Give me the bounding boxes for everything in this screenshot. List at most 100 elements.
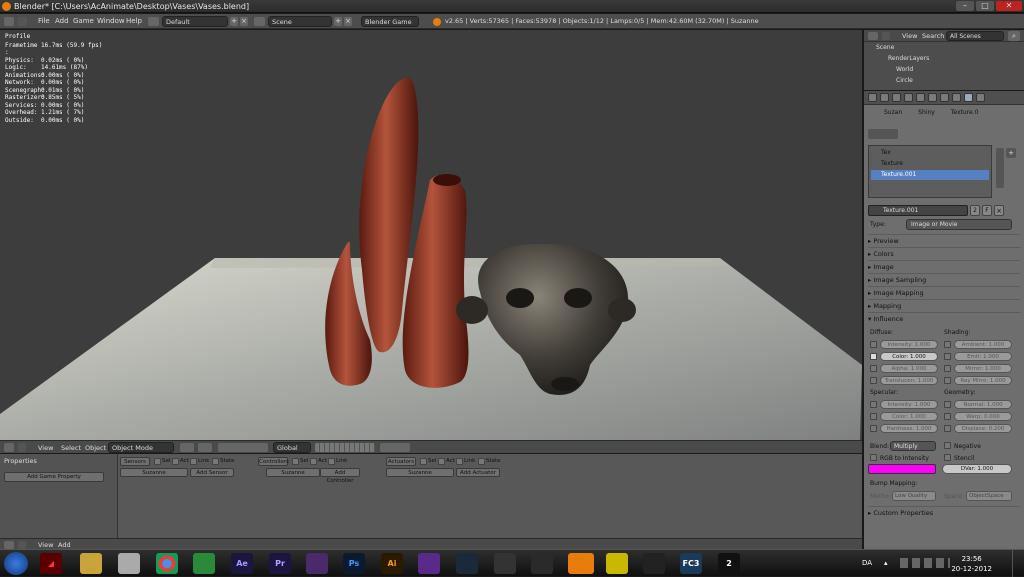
outliner-menu-search[interactable]: Search bbox=[922, 32, 944, 40]
panel-influence[interactable]: ▾ Influence bbox=[868, 312, 1020, 324]
menu-window[interactable]: Window bbox=[97, 17, 125, 25]
actuators-link-checkbox[interactable] bbox=[456, 458, 463, 465]
scene-tab-icon[interactable] bbox=[880, 93, 889, 102]
texture-tab-icon[interactable] bbox=[964, 93, 973, 102]
specular-color-checkbox[interactable] bbox=[870, 413, 877, 420]
panel-image[interactable]: ▸ Image bbox=[868, 260, 1020, 272]
illustrator-icon[interactable]: Ai bbox=[381, 553, 403, 574]
outliner-item-renderlayers[interactable]: RenderLayers bbox=[864, 54, 1024, 64]
blender-taskbar-icon[interactable] bbox=[568, 553, 594, 574]
emit-checkbox[interactable] bbox=[944, 353, 951, 360]
bump-space-dropdown[interactable]: ObjectSpace bbox=[966, 491, 1012, 501]
sensors-dropdown[interactable]: Sensors bbox=[120, 457, 150, 466]
menu-help[interactable]: Help bbox=[126, 17, 142, 25]
mode-dropdown[interactable]: Object Mode bbox=[108, 442, 174, 453]
diffuse-intensity-checkbox[interactable] bbox=[870, 341, 877, 348]
add-scene-icon[interactable]: + bbox=[334, 17, 342, 26]
diffuse-alpha-slider[interactable]: Alpha: 1.000 bbox=[880, 364, 938, 373]
orientation-dropdown[interactable]: Global bbox=[273, 442, 311, 453]
data-tab-icon[interactable] bbox=[940, 93, 949, 102]
texture-color-swatch[interactable] bbox=[868, 464, 936, 474]
system-tray-icons[interactable] bbox=[900, 558, 950, 568]
ambient-checkbox[interactable] bbox=[944, 341, 951, 348]
diffuse-translucency-slider[interactable]: Translucen: 1.000 bbox=[880, 376, 938, 385]
emit-slider[interactable]: Emit: 1.000 bbox=[954, 352, 1012, 361]
normal-checkbox[interactable] bbox=[944, 401, 951, 408]
tray-expand-icon[interactable]: ▴ bbox=[884, 559, 888, 567]
pivot-point-icon[interactable] bbox=[198, 443, 212, 452]
minimize-button[interactable]: – bbox=[956, 1, 974, 11]
outliner-item-circle[interactable]: Circle bbox=[864, 76, 1024, 86]
outliner-item-world[interactable]: World bbox=[864, 65, 1024, 75]
ray-mirror-checkbox[interactable] bbox=[944, 377, 951, 384]
viewport-shading-icon[interactable] bbox=[180, 443, 194, 452]
remove-scene-icon[interactable]: × bbox=[344, 17, 352, 26]
premiere-icon[interactable]: Pr bbox=[269, 553, 291, 574]
screen-layout-dropdown[interactable]: Default bbox=[162, 16, 228, 27]
sensors-sel-checkbox[interactable] bbox=[154, 458, 161, 465]
panel-colors[interactable]: ▸ Colors bbox=[868, 247, 1020, 259]
modifiers-tab-icon[interactable] bbox=[928, 93, 937, 102]
controllers-dropdown[interactable]: Controllers bbox=[258, 457, 289, 466]
snap-icons[interactable] bbox=[380, 443, 410, 452]
panel-image-sampling[interactable]: ▸ Image Sampling bbox=[868, 273, 1020, 285]
sensors-state-checkbox[interactable] bbox=[212, 458, 219, 465]
panel-custom-properties[interactable]: ▸ Custom Properties bbox=[868, 506, 1020, 518]
rgb-to-intensity-checkbox[interactable] bbox=[870, 454, 877, 461]
encore-icon[interactable] bbox=[306, 553, 328, 574]
app-icon[interactable] bbox=[494, 553, 516, 574]
add-actuator-button[interactable]: Add Actuator bbox=[456, 468, 500, 477]
add-controller-button[interactable]: Add Controller bbox=[320, 468, 360, 484]
texture-name-field[interactable]: Texture.001 bbox=[868, 205, 968, 216]
sensors-link-checkbox[interactable] bbox=[190, 458, 197, 465]
panel-preview[interactable]: ▸ Preview bbox=[868, 234, 1020, 246]
displace-slider[interactable]: Displace: 0.200 bbox=[954, 424, 1012, 433]
add-layout-icon[interactable]: + bbox=[230, 17, 238, 26]
world-tab-icon[interactable] bbox=[892, 93, 901, 102]
add-slot-icon[interactable]: + bbox=[1006, 148, 1016, 158]
object-tab-icon[interactable] bbox=[904, 93, 913, 102]
actuators-act-checkbox[interactable] bbox=[438, 458, 445, 465]
editor-type-icon[interactable] bbox=[868, 32, 878, 40]
constraints-tab-icon[interactable] bbox=[916, 93, 925, 102]
texture-slot-selected[interactable]: Texture.001 bbox=[871, 170, 989, 180]
far-cry-3-icon[interactable]: FC3 bbox=[680, 553, 702, 574]
language-indicator[interactable]: DA bbox=[862, 559, 872, 567]
close-button[interactable]: ✕ bbox=[996, 1, 1022, 11]
menu-game[interactable]: Game bbox=[73, 17, 94, 25]
normal-slider[interactable]: Normal: 1.000 bbox=[954, 400, 1012, 409]
dvar-slider[interactable]: DVar: 1.000 bbox=[942, 464, 1012, 474]
collapse-menu-icon[interactable] bbox=[18, 443, 26, 452]
actuators-sel-checkbox[interactable] bbox=[420, 458, 427, 465]
menu-object[interactable]: Object bbox=[85, 444, 106, 452]
panel-image-mapping[interactable]: ▸ Image Mapping bbox=[868, 286, 1020, 298]
diffuse-intensity-slider[interactable]: Intensity: 1.000 bbox=[880, 340, 938, 349]
texture-slot-empty[interactable] bbox=[871, 181, 989, 191]
logic-menu-view[interactable]: View bbox=[38, 541, 53, 549]
diffuse-translucency-checkbox[interactable] bbox=[870, 377, 877, 384]
texture-slot[interactable]: Tex bbox=[871, 148, 989, 158]
editor-type-icon[interactable] bbox=[4, 541, 14, 549]
ambient-slider[interactable]: Ambient: 1.000 bbox=[954, 340, 1012, 349]
outliner-filter-dropdown[interactable]: All Scenes bbox=[946, 31, 1004, 41]
texture-users-count[interactable]: 2 bbox=[970, 205, 980, 216]
mirror-slider[interactable]: Mirror: 1.000 bbox=[954, 364, 1012, 373]
steam-icon[interactable] bbox=[643, 553, 665, 574]
file-explorer-icon[interactable] bbox=[80, 553, 102, 574]
texture-list-scrollbar[interactable] bbox=[996, 148, 1004, 188]
diffuse-alpha-checkbox[interactable] bbox=[870, 365, 877, 372]
sensors-act-checkbox[interactable] bbox=[172, 458, 179, 465]
warp-checkbox[interactable] bbox=[944, 413, 951, 420]
app-icon[interactable] bbox=[531, 553, 553, 574]
actuators-state-checkbox[interactable] bbox=[478, 458, 485, 465]
actuators-dropdown[interactable]: Actuators bbox=[386, 457, 416, 466]
chrome-icon[interactable] bbox=[156, 553, 178, 574]
controllers-sel-checkbox[interactable] bbox=[292, 458, 299, 465]
texture-slot[interactable]: Texture bbox=[871, 159, 989, 169]
diffuse-color-checkbox[interactable] bbox=[870, 353, 877, 360]
ray-mirror-slider[interactable]: Ray Mirro: 1.000 bbox=[954, 376, 1012, 385]
controllers-link-checkbox[interactable] bbox=[328, 458, 335, 465]
start-button[interactable] bbox=[4, 552, 28, 575]
screen-layout-icon[interactable] bbox=[148, 17, 159, 26]
menu-add[interactable]: Add bbox=[55, 17, 69, 25]
